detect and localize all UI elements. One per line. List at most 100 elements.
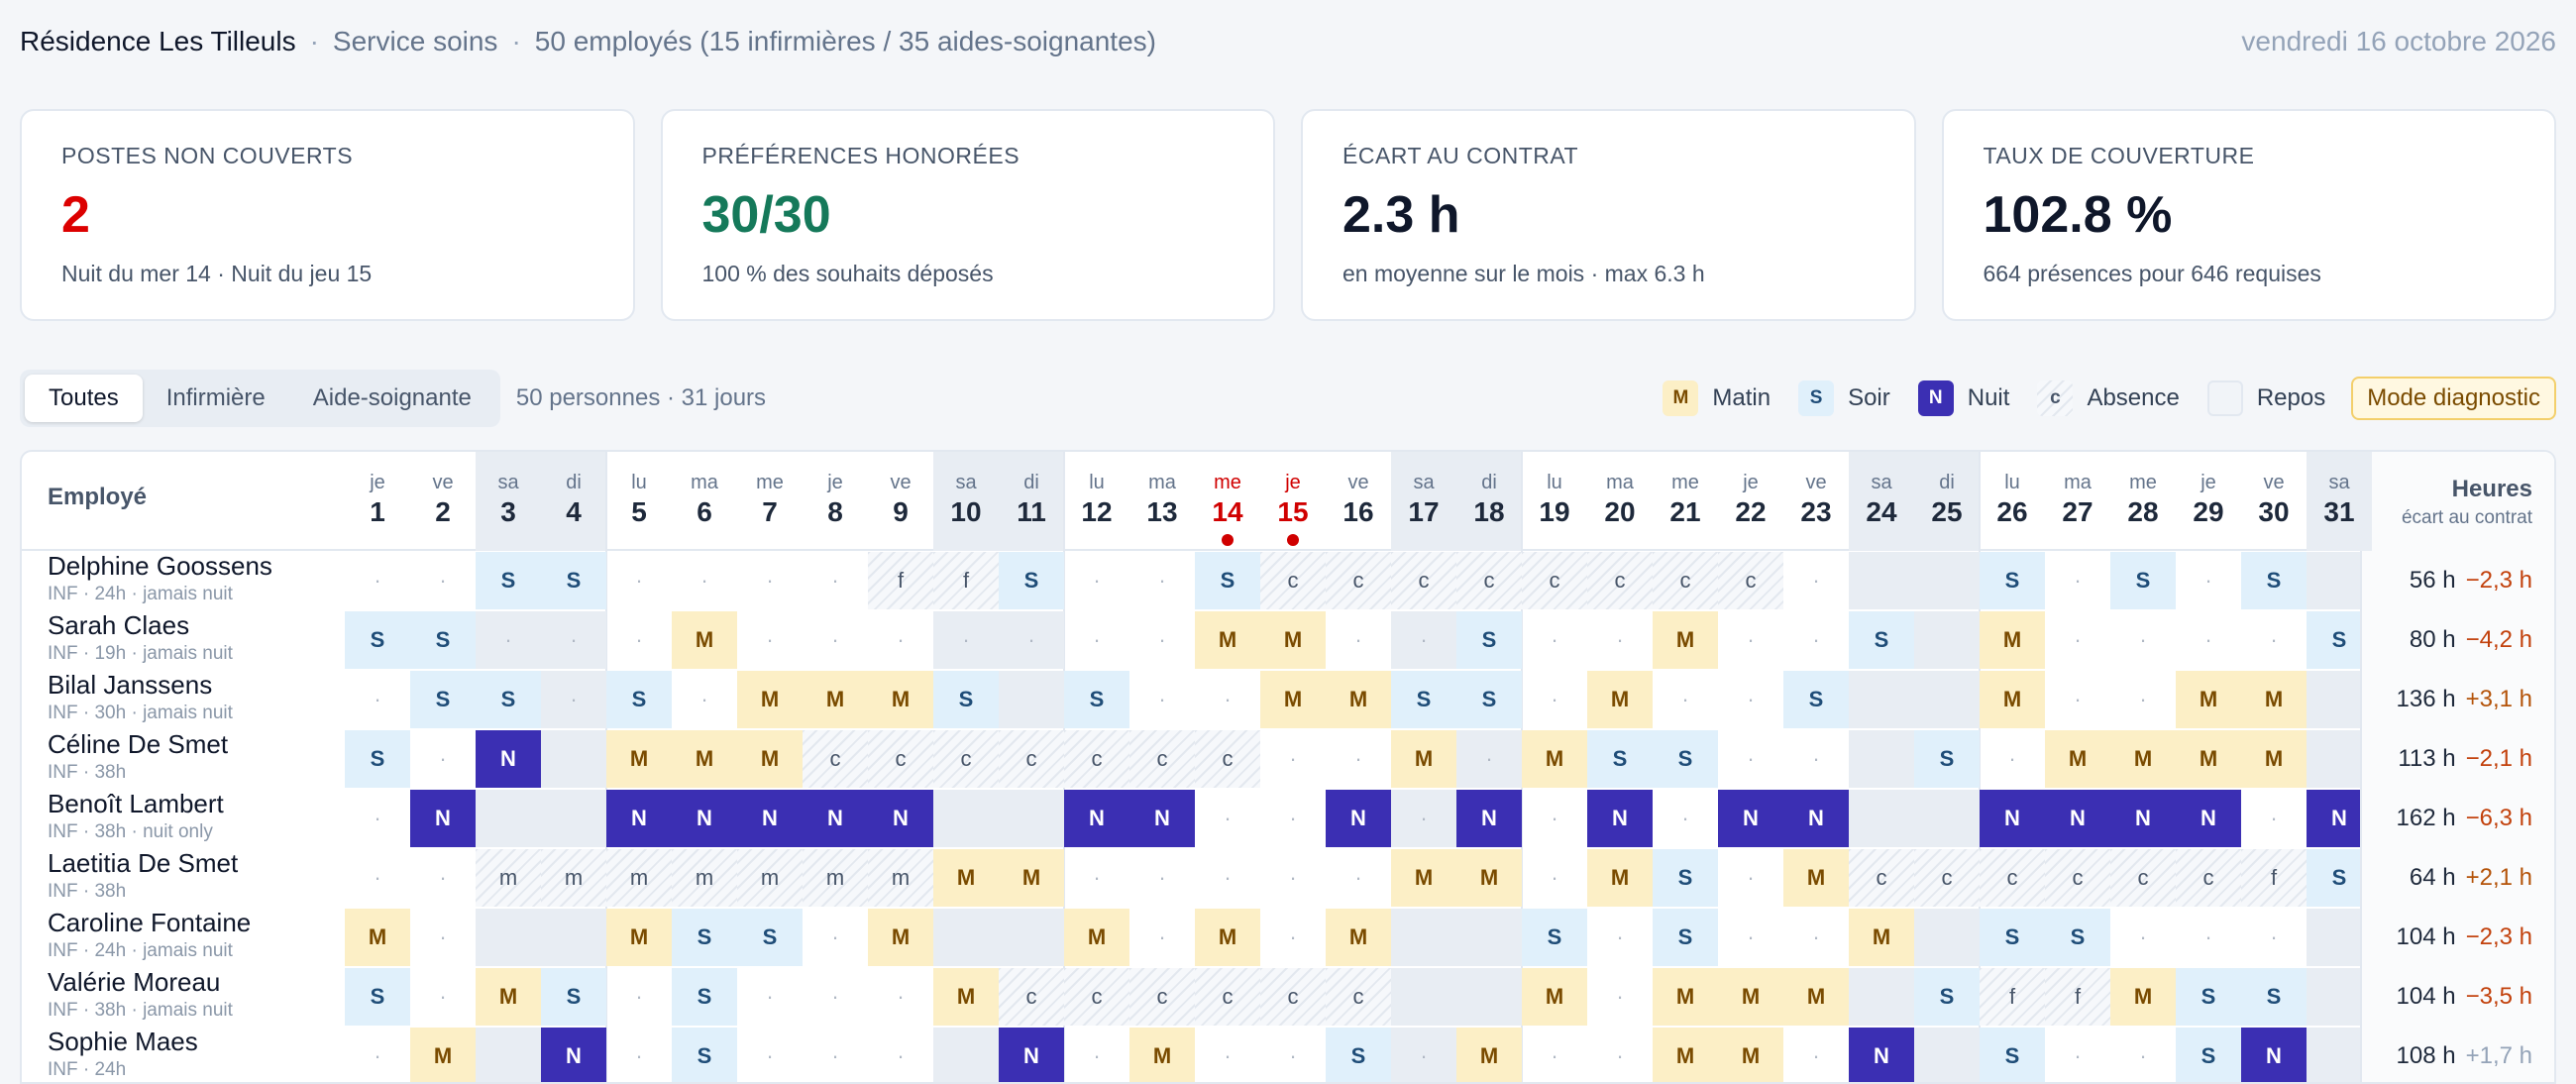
shift-soir-cell[interactable]: S <box>1456 671 1522 728</box>
absence-cell[interactable]: c <box>1456 552 1522 609</box>
shift-soir-cell[interactable]: S <box>345 968 410 1026</box>
rest-cell[interactable]: · <box>1129 671 1195 728</box>
absence-cell[interactable]: f <box>868 552 933 609</box>
empty-cell[interactable] <box>1914 790 1980 847</box>
shift-soir-cell[interactable]: S <box>1783 671 1849 728</box>
rest-cell[interactable]: · <box>2241 909 2307 966</box>
rest-cell[interactable]: · <box>803 611 868 669</box>
employee-name[interactable]: Laetitia De Smet <box>48 848 238 879</box>
rest-cell[interactable]: · <box>2110 1028 2176 1082</box>
shift-matin-cell[interactable]: M <box>803 671 868 728</box>
empty-cell[interactable] <box>1849 968 1914 1026</box>
shift-matin-cell[interactable]: M <box>1653 968 1718 1026</box>
rest-cell[interactable]: · <box>868 968 933 1026</box>
shift-soir-cell[interactable]: S <box>1456 611 1522 669</box>
shift-matin-cell[interactable]: M <box>1653 1028 1718 1082</box>
shift-nuit-cell[interactable]: N <box>1587 790 1653 847</box>
shift-soir-cell[interactable]: S <box>1522 909 1587 966</box>
employee-name[interactable]: Valérie Moreau <box>48 967 220 998</box>
rest-cell[interactable]: · <box>541 671 606 728</box>
filter-nurse[interactable]: Infirmière <box>143 375 289 422</box>
diagnostic-mode-toggle[interactable]: Mode diagnostic <box>2351 377 2556 420</box>
rest-cell[interactable]: · <box>606 1028 672 1082</box>
shift-soir-cell[interactable]: S <box>606 671 672 728</box>
filter-all[interactable]: Toutes <box>25 375 143 422</box>
shift-matin-cell[interactable]: M <box>1064 909 1129 966</box>
rest-cell[interactable]: · <box>2045 1028 2110 1082</box>
shift-soir-cell[interactable]: S <box>1914 968 1980 1026</box>
absence-cell[interactable]: c <box>1195 730 1260 788</box>
shift-nuit-cell[interactable]: N <box>1064 790 1129 847</box>
rest-cell[interactable]: · <box>2045 611 2110 669</box>
rest-cell[interactable]: · <box>1718 849 1783 907</box>
rest-cell[interactable]: · <box>2176 552 2241 609</box>
shift-matin-cell[interactable]: M <box>1456 849 1522 907</box>
absence-cell[interactable]: c <box>2110 849 2176 907</box>
rest-cell[interactable]: · <box>1260 1028 1326 1082</box>
rest-cell[interactable]: · <box>1783 1028 1849 1082</box>
rest-cell[interactable]: · <box>1783 730 1849 788</box>
rest-cell[interactable]: · <box>803 1028 868 1082</box>
rest-cell[interactable]: · <box>1980 730 2045 788</box>
absence-cell[interactable]: c <box>868 730 933 788</box>
absence-cell[interactable]: c <box>1718 552 1783 609</box>
shift-nuit-cell[interactable]: N <box>737 790 803 847</box>
shift-soir-cell[interactable]: S <box>1653 730 1718 788</box>
rest-cell[interactable]: · <box>1587 611 1653 669</box>
rest-cell[interactable]: · <box>410 968 476 1026</box>
absence-cell[interactable]: m <box>541 849 606 907</box>
rest-cell[interactable]: · <box>1456 730 1522 788</box>
empty-cell[interactable] <box>1914 611 1980 669</box>
rest-cell[interactable]: · <box>1326 730 1391 788</box>
shift-nuit-cell[interactable]: N <box>1456 790 1522 847</box>
employee-name[interactable]: Benoît Lambert <box>48 789 224 819</box>
shift-soir-cell[interactable]: S <box>1391 671 1456 728</box>
shift-nuit-cell[interactable]: N <box>803 790 868 847</box>
empty-cell[interactable] <box>933 790 999 847</box>
rest-cell[interactable]: · <box>1326 849 1391 907</box>
rest-cell[interactable]: · <box>2241 611 2307 669</box>
rest-cell[interactable]: · <box>933 611 999 669</box>
absence-cell[interactable]: c <box>803 730 868 788</box>
absence-cell[interactable]: c <box>1587 552 1653 609</box>
shift-nuit-cell[interactable]: N <box>541 1028 606 1082</box>
shift-nuit-cell[interactable]: N <box>2045 790 2110 847</box>
absence-cell[interactable]: c <box>2045 849 2110 907</box>
shift-nuit-cell[interactable]: N <box>2176 790 2241 847</box>
rest-cell[interactable]: · <box>606 611 672 669</box>
absence-cell[interactable]: m <box>803 849 868 907</box>
shift-nuit-cell[interactable]: N <box>868 790 933 847</box>
shift-soir-cell[interactable]: S <box>410 671 476 728</box>
shift-nuit-cell[interactable]: N <box>476 730 541 788</box>
absence-cell[interactable]: c <box>999 968 1064 1026</box>
absence-cell[interactable]: c <box>2176 849 2241 907</box>
rest-cell[interactable]: · <box>2241 790 2307 847</box>
shift-soir-cell[interactable]: S <box>476 552 541 609</box>
shift-soir-cell[interactable]: S <box>672 968 737 1026</box>
rest-cell[interactable]: · <box>541 611 606 669</box>
empty-cell[interactable] <box>1914 1028 1980 1082</box>
empty-cell[interactable] <box>1849 671 1914 728</box>
shift-matin-cell[interactable]: M <box>2241 671 2307 728</box>
absence-cell[interactable]: f <box>1980 968 2045 1026</box>
absence-cell[interactable]: c <box>1391 552 1456 609</box>
rest-cell[interactable]: · <box>1195 1028 1260 1082</box>
shift-matin-cell[interactable]: M <box>2110 968 2176 1026</box>
shift-soir-cell[interactable]: S <box>2045 909 2110 966</box>
empty-cell[interactable] <box>999 790 1064 847</box>
shift-soir-cell[interactable]: S <box>737 909 803 966</box>
absence-cell[interactable]: c <box>999 730 1064 788</box>
rest-cell[interactable]: · <box>1522 1028 1587 1082</box>
shift-matin-cell[interactable]: M <box>2110 730 2176 788</box>
rest-cell[interactable]: · <box>1587 909 1653 966</box>
rest-cell[interactable]: · <box>803 909 868 966</box>
absence-cell[interactable]: m <box>672 849 737 907</box>
shift-matin-cell[interactable]: M <box>933 849 999 907</box>
rest-cell[interactable]: · <box>1129 611 1195 669</box>
shift-soir-cell[interactable]: S <box>476 671 541 728</box>
shift-matin-cell[interactable]: M <box>1849 909 1914 966</box>
rest-cell[interactable]: · <box>1587 1028 1653 1082</box>
empty-cell[interactable] <box>1914 552 1980 609</box>
shift-soir-cell[interactable]: S <box>1849 611 1914 669</box>
rest-cell[interactable]: · <box>1195 790 1260 847</box>
